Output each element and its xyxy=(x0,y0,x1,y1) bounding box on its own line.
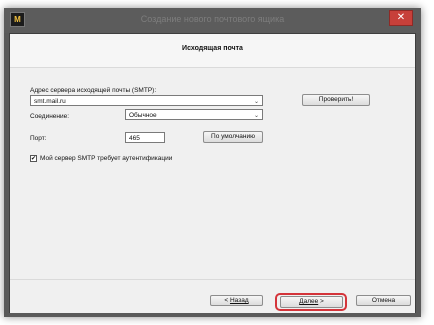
connection-value: Обычное xyxy=(129,112,157,119)
form-area: Адрес сервера исходящей почты (SMTP): sm… xyxy=(10,68,415,279)
title-bar: M Создание нового почтового ящика ✕ xyxy=(4,8,421,33)
wizard-footer: < Назад Далее > Отмена xyxy=(10,279,415,313)
page-title: Исходящая почта xyxy=(182,45,243,52)
back-button[interactable]: < Назад xyxy=(210,295,263,306)
default-port-button[interactable]: По умолчанию xyxy=(203,131,263,143)
next-label: Далее xyxy=(299,298,319,305)
close-icon: ✕ xyxy=(396,12,406,23)
chevron-down-icon: ⌄ xyxy=(253,99,259,105)
port-label: Порт: xyxy=(30,135,47,142)
port-input[interactable]: 465 xyxy=(125,132,165,143)
smtp-auth-checkbox[interactable]: ✔ xyxy=(30,155,37,162)
smtp-server-value: smt.mail.ru xyxy=(34,98,66,105)
connection-label: Соединение: xyxy=(30,113,70,120)
cancel-button[interactable]: Отмена xyxy=(356,295,411,306)
connection-select[interactable]: Обычное ⌄ xyxy=(125,109,263,120)
check-button[interactable]: Проверить! xyxy=(302,94,370,106)
page-header: Исходящая почта xyxy=(10,34,415,68)
next-button[interactable]: Далее > xyxy=(280,296,343,308)
wizard-window: M Создание нового почтового ящика ✕ Исхо… xyxy=(4,8,421,317)
window-title: Создание нового почтового ящика xyxy=(140,14,285,24)
smtp-server-combo[interactable]: smt.mail.ru ⌄ xyxy=(30,95,263,106)
port-value: 465 xyxy=(129,135,140,142)
smtp-server-label: Адрес сервера исходящей почты (SMTP): xyxy=(30,87,157,94)
close-button[interactable]: ✕ xyxy=(389,10,413,26)
smtp-auth-label[interactable]: Мой сервер SMTP требует аутентификации xyxy=(40,155,172,162)
back-label: Назад xyxy=(229,297,249,304)
chevron-down-icon: ⌄ xyxy=(253,113,259,119)
wizard-client-area: Исходящая почта Адрес сервера исходящей … xyxy=(9,33,416,313)
checkmark-icon: ✔ xyxy=(31,156,37,162)
next-suffix: > xyxy=(318,298,324,305)
